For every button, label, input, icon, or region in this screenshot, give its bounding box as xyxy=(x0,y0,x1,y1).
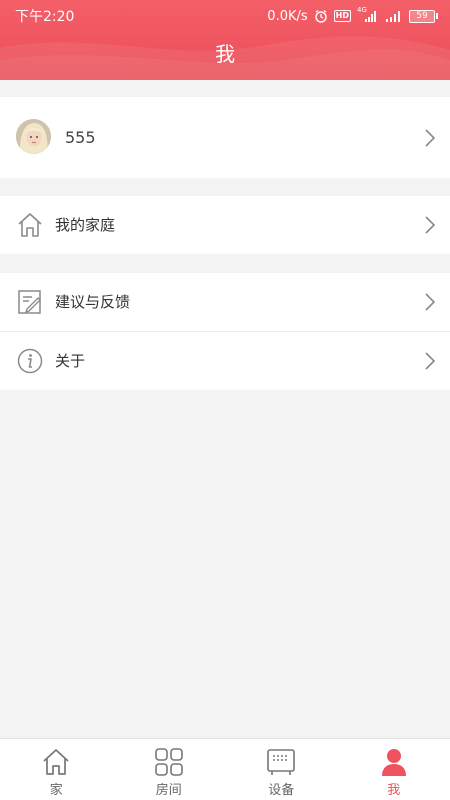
tab-label: 房间 xyxy=(155,783,182,798)
profile-name: 555 xyxy=(65,128,96,147)
signal-icon xyxy=(386,11,400,22)
device-icon xyxy=(267,749,296,775)
chevron-right-icon xyxy=(425,128,436,147)
menu-item-label: 我的家庭 xyxy=(55,216,116,234)
home-icon xyxy=(43,749,69,775)
tab-devices[interactable]: 设备 xyxy=(225,739,338,800)
alarm-icon xyxy=(314,10,327,23)
tab-label: 我 xyxy=(387,783,401,798)
hd-badge: HD xyxy=(333,10,351,22)
bottom-tab-bar: 家 房间 设备 我 xyxy=(0,738,450,800)
menu-item-label: 建议与反馈 xyxy=(55,293,131,311)
signal-4g-icon: 4G xyxy=(357,6,379,23)
tab-label: 家 xyxy=(49,783,63,798)
info-icon xyxy=(17,348,43,374)
battery-icon: 59 xyxy=(409,9,438,23)
app-header: 下午2:20 0.0K/s HD 4G 59 我 xyxy=(0,0,450,80)
menu-item-feedback[interactable]: 建议与反馈 xyxy=(0,273,450,331)
status-time: 下午2:20 xyxy=(15,9,75,25)
menu-item-label: 关于 xyxy=(55,352,86,370)
tab-label: 设备 xyxy=(268,783,295,798)
person-icon xyxy=(381,749,406,776)
tab-me[interactable]: 我 xyxy=(338,739,450,800)
chevron-right-icon xyxy=(425,216,436,234)
profile-row[interactable]: 555 xyxy=(0,97,450,178)
home-icon xyxy=(18,213,42,237)
battery-level: 59 xyxy=(409,9,435,23)
menu-item-my-family[interactable]: 我的家庭 xyxy=(0,196,450,254)
tab-home[interactable]: 家 xyxy=(0,739,113,800)
chevron-right-icon xyxy=(425,352,436,370)
tab-rooms[interactable]: 房间 xyxy=(113,739,226,800)
network-speed: 0.0K/s xyxy=(267,8,308,24)
rooms-grid-icon xyxy=(154,748,183,776)
avatar[interactable] xyxy=(16,119,51,154)
page-title: 我 xyxy=(215,42,235,66)
status-bar: 下午2:20 0.0K/s HD 4G 59 xyxy=(0,0,450,32)
chevron-right-icon xyxy=(425,293,436,311)
feedback-icon xyxy=(18,290,41,314)
menu-item-about[interactable]: 关于 xyxy=(0,332,450,390)
